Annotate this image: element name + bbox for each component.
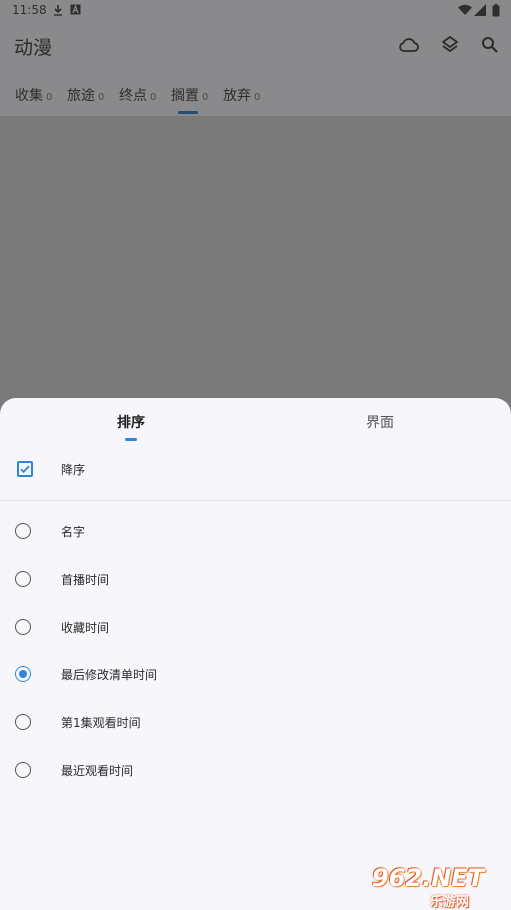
radio-button-selected[interactable] (15, 666, 31, 682)
tab-indicator (178, 111, 198, 114)
list-tabs: 收集 0 旅途 0 终点 0 搁置 0 放弃 0 (0, 80, 511, 116)
watermark-subtext: 乐游网 (430, 895, 470, 910)
descending-checkbox[interactable] (17, 461, 33, 477)
sort-option-recent-watch[interactable]: 最近观看时间 (0, 750, 511, 794)
signal-icon (474, 4, 486, 19)
app-header: 11:58 动漫 收集 0 旅途 0 终点 0 搁置 0 放弃 0 (0, 0, 511, 116)
sheet-tab-interface[interactable]: 界面 (320, 412, 440, 432)
tab-finished[interactable]: 终点 0 (119, 85, 156, 105)
sort-option-collect-time[interactable]: 收藏时间 (0, 607, 511, 651)
sort-bottom-sheet: 排序 界面 降序 名字 首播时间 收藏时间 最后修改清单时间 第1集观看时间 最… (0, 398, 511, 910)
sort-option-label: 名字 (61, 525, 86, 539)
sort-option-label: 首播时间 (61, 573, 110, 587)
page-title: 动漫 (14, 37, 53, 59)
a-icon (70, 4, 81, 18)
watermark-logo: 962.NET 乐游网 (372, 864, 506, 910)
status-time: 11:58 (12, 3, 47, 17)
layers-icon[interactable] (438, 33, 462, 57)
tab-collect[interactable]: 收集 0 (15, 85, 52, 105)
check-icon (20, 465, 30, 474)
tab-dropped[interactable]: 放弃 0 (223, 85, 260, 105)
divider (0, 500, 511, 501)
watermark-text: 962.NET (372, 864, 485, 892)
download-icon (52, 4, 64, 19)
radio-button[interactable] (15, 571, 31, 587)
radio-button[interactable] (15, 523, 31, 539)
tab-journey[interactable]: 旅途 0 (67, 85, 104, 105)
status-bar: 11:58 (0, 0, 511, 22)
sort-option-label: 第1集观看时间 (61, 716, 141, 730)
wifi-icon (458, 4, 472, 19)
tab-on-hold[interactable]: 搁置 0 (171, 85, 208, 105)
sort-option-label: 收藏时间 (61, 621, 110, 635)
radio-button[interactable] (15, 619, 31, 635)
descending-label: 降序 (61, 463, 86, 477)
radio-button[interactable] (15, 714, 31, 730)
radio-button[interactable] (15, 762, 31, 778)
sheet-tab-sort[interactable]: 排序 (71, 412, 191, 432)
sheet-tab-indicator (125, 438, 137, 441)
sort-option-premiere-time[interactable]: 首播时间 (0, 559, 511, 603)
sort-option-last-modified[interactable]: 最后修改清单时间 (0, 654, 511, 698)
sort-option-name[interactable]: 名字 (0, 511, 511, 555)
cloud-icon[interactable] (397, 33, 421, 57)
sort-option-first-episode-time[interactable]: 第1集观看时间 (0, 702, 511, 746)
search-icon[interactable] (478, 33, 502, 57)
sort-option-label: 最后修改清单时间 (61, 668, 158, 682)
sort-option-label: 最近观看时间 (61, 764, 134, 778)
descending-row[interactable]: 降序 (0, 454, 511, 498)
battery-icon (492, 4, 500, 20)
